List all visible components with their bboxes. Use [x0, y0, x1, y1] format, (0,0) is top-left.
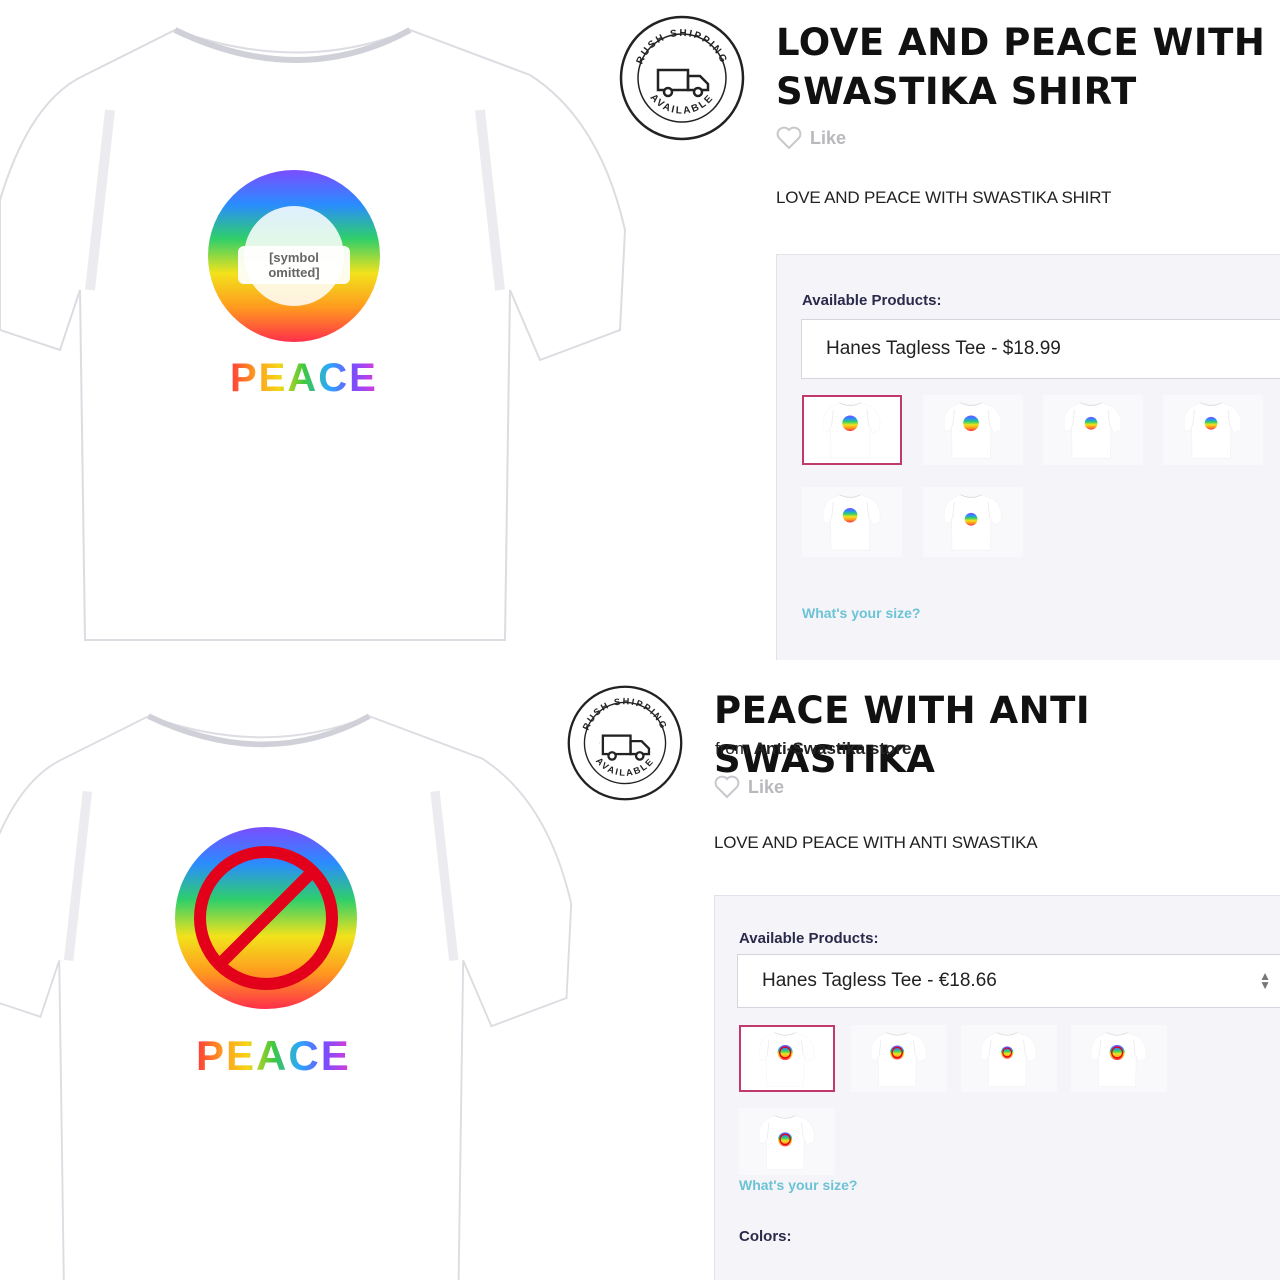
prohibition-sign-print — [175, 827, 357, 1009]
longsleeve-thumbnail-icon — [938, 400, 1008, 460]
listing-top: [symbol omitted] PEACE RUSH SHIPPING AVA… — [0, 0, 1280, 660]
product-select-value: Hanes Tagless Tee - $18.99 — [826, 338, 1061, 359]
like-label: Like — [810, 127, 847, 148]
rush-shipping-badge: RUSH SHIPPING AVAILABLE — [567, 685, 683, 801]
size-guide-link[interactable]: What's your size? — [739, 1177, 857, 1193]
product-select[interactable]: Hanes Tagless Tee - €18.66 ▲ ▼ — [737, 954, 1280, 1008]
colors-label: Colors: — [739, 1228, 792, 1245]
product-image-bottom: PEACE — [0, 660, 630, 1280]
product-title: PEACE WITH ANTI SWASTIKA — [714, 689, 1091, 781]
womens-tee-thumbnail-icon — [974, 1030, 1044, 1088]
product-thumbnail[interactable] — [923, 395, 1023, 465]
product-thumbnail[interactable] — [802, 395, 902, 465]
product-thumbnail[interactable] — [739, 1108, 835, 1175]
tank-thumbnail-icon — [752, 1113, 822, 1171]
shirt-print-text: PEACE — [196, 1032, 351, 1079]
longsleeve-thumbnail-icon — [864, 1030, 934, 1088]
tee-thumbnail-icon — [752, 1030, 822, 1088]
product-thumbnail[interactable] — [1071, 1025, 1167, 1092]
product-select[interactable]: Hanes Tagless Tee - $18.99 — [801, 319, 1280, 379]
omitted-symbol-note: [symbol omitted] — [238, 246, 350, 284]
vneck-thumbnail-icon — [817, 492, 887, 552]
product-title: LOVE AND PEACE WITH SWASTIKA SHIRT — [776, 18, 1265, 116]
listing-bottom: PEACE RUSH SHIPPING AVAILABLE PEACE WITH… — [0, 660, 1280, 1280]
product-thumbnail[interactable] — [802, 487, 902, 557]
size-guide-link[interactable]: What's your size? — [802, 605, 920, 621]
womens-tee-thumbnail-icon — [1058, 400, 1128, 460]
product-thumbnail[interactable] — [851, 1025, 947, 1092]
vneck-thumbnail-icon — [1084, 1030, 1154, 1088]
product-thumbnail[interactable] — [961, 1025, 1057, 1092]
hoodie-thumbnail-icon — [1178, 400, 1248, 460]
product-title-line-1: LOVE AND PEACE WITH — [776, 21, 1266, 64]
product-description: LOVE AND PEACE WITH ANTI SWASTIKA — [714, 833, 1038, 852]
product-thumbnail[interactable] — [923, 487, 1023, 557]
like-label: Like — [748, 776, 785, 797]
from-prefix: from — [715, 739, 749, 758]
heart-outline-icon — [714, 775, 740, 799]
store-attribution: from Anti-Swastika store — [715, 739, 912, 759]
product-thumbnail[interactable] — [1163, 395, 1263, 465]
tee-thumbnail-icon — [817, 400, 887, 460]
heart-outline-icon — [776, 126, 802, 150]
product-title-line-2: SWASTIKA SHIRT — [776, 70, 1137, 113]
like-button[interactable]: Like — [776, 126, 846, 150]
store-link[interactable]: Anti-Swastika store — [754, 739, 912, 758]
updown-arrows-icon: ▲ ▼ — [1259, 969, 1271, 992]
product-thumbnail[interactable] — [739, 1025, 835, 1092]
available-products-label: Available Products: — [802, 292, 942, 309]
product-thumbnail[interactable] — [1043, 395, 1143, 465]
product-select-value: Hanes Tagless Tee - €18.66 — [762, 970, 997, 991]
product-image-top: [symbol omitted] PEACE — [0, 0, 630, 660]
rush-shipping-badge: RUSH SHIPPING AVAILABLE — [619, 15, 745, 141]
shirt-print-text: PEACE — [230, 356, 378, 400]
product-options-box: Available Products: Hanes Tagless Tee - … — [776, 254, 1280, 660]
tank-thumbnail-icon — [938, 492, 1008, 552]
product-description: LOVE AND PEACE WITH SWASTIKA SHIRT — [776, 188, 1112, 207]
like-button[interactable]: Like — [714, 775, 784, 799]
product-options-box: Available Products: Hanes Tagless Tee - … — [714, 895, 1280, 1280]
available-products-label: Available Products: — [739, 930, 879, 947]
